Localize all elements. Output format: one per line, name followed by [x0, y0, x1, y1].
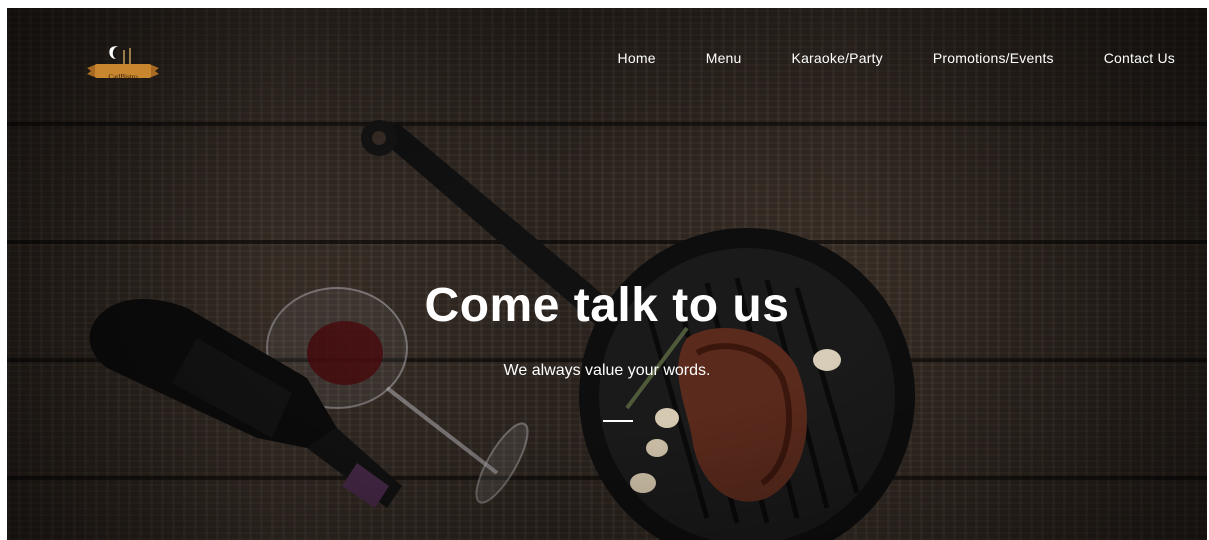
top-navigation: CarlBistro Home Menu Karaoke/Party Promo…: [7, 8, 1207, 108]
page-frame: CarlBistro Home Menu Karaoke/Party Promo…: [7, 8, 1207, 540]
nav-menu: Home Menu Karaoke/Party Promotions/Event…: [568, 50, 1175, 66]
hero-title: Come talk to us: [424, 279, 790, 332]
hero-divider: [603, 420, 633, 422]
nav-karaoke-party[interactable]: Karaoke/Party: [792, 50, 883, 66]
nav-contact-us[interactable]: Contact Us: [1104, 50, 1175, 66]
brand-logo[interactable]: CarlBistro: [83, 44, 163, 86]
hero-subtitle: We always value your words.: [503, 362, 711, 379]
nav-promotions-events[interactable]: Promotions/Events: [933, 50, 1054, 66]
nav-home[interactable]: Home: [618, 50, 656, 66]
logo-text: CarlBistro: [108, 73, 138, 81]
nav-menu-link[interactable]: Menu: [706, 50, 742, 66]
